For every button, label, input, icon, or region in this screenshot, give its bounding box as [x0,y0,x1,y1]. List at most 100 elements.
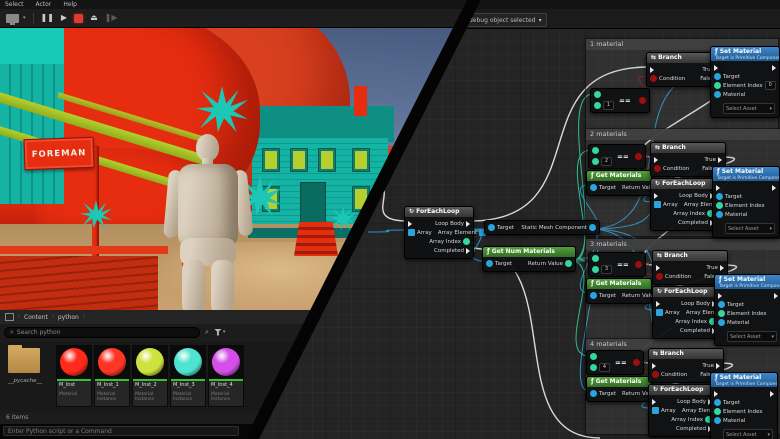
data-pin[interactable] [714,417,721,424]
exec-pin[interactable] [654,192,658,199]
array-pin[interactable] [652,407,659,414]
exec-pin[interactable] [716,184,720,191]
data-pin[interactable] [650,75,657,82]
data-pin[interactable] [590,390,597,397]
exec-pin[interactable] [656,264,660,271]
filter-icon[interactable] [213,328,222,336]
exec-pin[interactable] [656,300,660,307]
data-pin[interactable] [565,260,572,267]
node-equal-4[interactable]: 4 == [586,350,644,375]
exec-pin[interactable] [772,184,776,191]
folder-icon[interactable] [8,345,40,373]
data-pin[interactable] [656,273,663,280]
debug-object-dropdown[interactable]: debug object selected ▾ [464,13,547,27]
asset-tile[interactable]: M_Inst_2 Material Instance [132,345,168,407]
data-pin[interactable] [714,73,721,80]
data-pin[interactable] [718,310,725,317]
node-set-material-3[interactable]: ƒ Set Material Target is Primitive Compon… [714,274,780,346]
node-foreach-main[interactable]: ↻ ForEachLoop Loop Body Array Array Element… [404,206,487,259]
search-input[interactable]: ⌕ Search python [4,326,200,338]
exec-pin[interactable] [466,220,470,227]
save-search-icon[interactable]: ⌕ [205,328,209,337]
data-pin[interactable] [714,408,721,415]
node-equal-2[interactable]: 2 == [588,144,646,169]
data-pin[interactable] [716,211,723,218]
eject-icon[interactable]: ⏏ [90,13,98,23]
select-asset-field[interactable]: Select Asset [726,432,757,438]
exec-pin[interactable] [718,292,722,299]
data-pin[interactable] [633,359,640,366]
exec-pin[interactable] [720,264,724,271]
select-asset-field[interactable]: Select Asset [728,226,759,232]
data-pin[interactable] [590,353,597,360]
data-pin[interactable] [714,399,721,406]
data-pin[interactable] [592,255,599,262]
data-pin[interactable] [654,165,661,172]
exec-pin[interactable] [774,292,778,299]
exec-pin[interactable] [652,398,656,405]
data-pin[interactable] [590,364,597,371]
exec-pin[interactable] [466,247,470,254]
select-asset-field[interactable]: Select Asset [730,334,761,340]
pin-value-field[interactable]: 0 [764,81,776,90]
data-pin[interactable] [635,153,642,160]
exec-pin[interactable] [770,390,774,397]
platforms-caret-icon[interactable]: ▾ [23,15,26,21]
exec-pin[interactable] [716,362,720,369]
folder-name[interactable]: __pycache__ [2,378,48,384]
node-foreach-3[interactable]: ↻ ForEachLoop Loop Body Array Array Element… [652,286,735,339]
menu-help[interactable]: Help [63,0,77,9]
asset-tile[interactable]: M_Inst_1 Material Instance [94,345,130,407]
pin-value-field[interactable]: 4 [599,363,610,372]
data-pin[interactable] [590,292,597,299]
pause-icon[interactable]: ❚❚ [41,13,54,23]
breadcrumb-python[interactable]: python [58,314,79,321]
node-set-material-4[interactable]: ƒ Set Material Target is Primitive Compon… [710,372,778,439]
data-pin[interactable] [714,91,721,98]
exec-pin[interactable] [714,64,718,71]
exec-pin[interactable] [408,220,412,227]
data-pin[interactable] [716,202,723,209]
data-pin[interactable] [714,82,721,89]
node-get-materials-3[interactable]: ƒ Get Materials Target Return Value [586,278,667,304]
data-pin[interactable] [463,238,470,245]
data-pin[interactable] [716,193,723,200]
node-get-static-mesh-component[interactable]: Target Static Mesh Component [484,220,600,235]
sources-panel-icon[interactable] [5,313,14,321]
data-pin[interactable] [589,224,596,231]
filter-caret-icon[interactable]: ▾ [223,329,226,335]
array-pin[interactable] [656,309,663,316]
python-console-input[interactable]: Enter Python script or a Command [3,426,239,436]
exec-pin[interactable] [772,64,776,71]
node-equal-3[interactable]: 3 == [588,252,646,277]
data-pin[interactable] [592,158,599,165]
node-set-material-1[interactable]: ƒ Set Material Target is Primitive Compon… [710,46,780,118]
pin-value-field[interactable]: 3 [601,265,612,274]
asset-tile[interactable]: M_Inst_3 Material Instance [170,345,206,407]
data-pin[interactable] [718,301,725,308]
array-pin[interactable] [408,229,415,236]
node-get-materials-2[interactable]: ƒ Get Materials Target Return Value [586,170,667,196]
data-pin[interactable] [488,224,495,231]
stop-icon[interactable] [74,13,84,23]
node-get-materials-4[interactable]: ƒ Get Materials Target Return Value [586,376,667,402]
node-set-material-2[interactable]: ƒ Set Material Target is Primitive Compon… [712,166,780,238]
pin-value-field[interactable]: 2 [601,157,612,166]
data-pin[interactable] [594,91,601,98]
node-foreach-2[interactable]: ↻ ForEachLoop Loop Body Array Array Element… [650,178,733,231]
exec-pin[interactable] [652,362,656,369]
exec-pin[interactable] [718,156,722,163]
exec-pin[interactable] [654,156,658,163]
asset-tile[interactable]: M_Inst_4 Material Instance [208,345,244,407]
menu-select[interactable]: Select [5,0,24,9]
data-pin[interactable] [652,371,659,378]
late-join-icon[interactable]: ❚▶ [105,13,118,23]
array-pin[interactable] [654,201,661,208]
data-pin[interactable] [639,97,646,104]
frame-skip-icon[interactable]: ▶ [61,13,67,23]
select-asset-field[interactable]: Select Asset [726,106,757,112]
data-pin[interactable] [718,319,725,326]
asset-tile[interactable]: M_Inst Material [56,345,92,407]
node-equal-1[interactable]: 1 == [590,88,650,113]
exec-pin[interactable] [650,66,654,73]
